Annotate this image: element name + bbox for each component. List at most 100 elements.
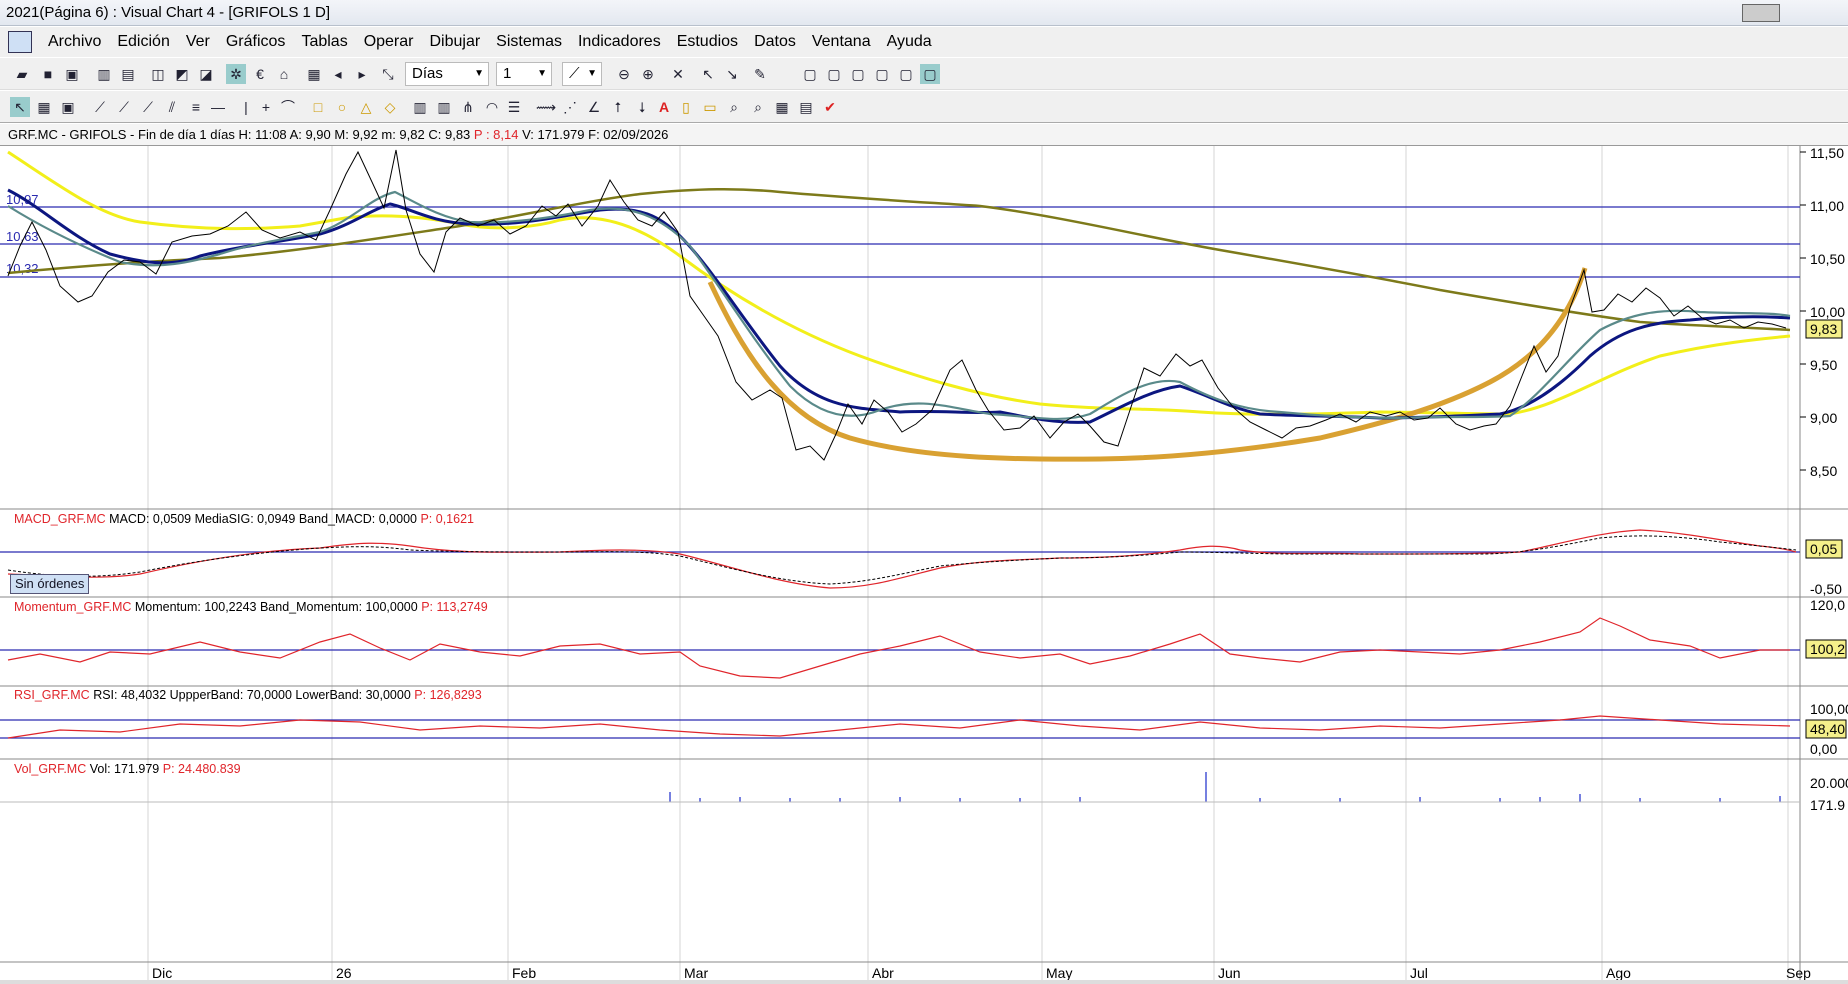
period-value: Días: [412, 65, 443, 82]
menu-datos[interactable]: Datos: [754, 33, 796, 51]
template-icon[interactable]: ◩: [172, 64, 192, 84]
cross-icon[interactable]: +: [256, 97, 276, 117]
home-icon[interactable]: ⌂: [274, 64, 294, 84]
retracement-icon[interactable]: ☰: [504, 97, 524, 117]
open-icon[interactable]: ▰: [12, 64, 32, 84]
window-5-icon[interactable]: ▢: [896, 64, 916, 84]
pin-icon[interactable]: ✔: [820, 97, 840, 117]
hline-icon[interactable]: —: [208, 97, 228, 117]
vline-icon[interactable]: |: [236, 97, 256, 117]
gann-icon[interactable]: ⋰: [560, 97, 580, 117]
compression-select[interactable]: 1 ▼: [496, 62, 552, 86]
arrow-down-icon[interactable]: ⭣: [632, 97, 652, 117]
parallel-icon[interactable]: ≡: [186, 97, 206, 117]
arrow-up-icon[interactable]: ⭡: [608, 97, 628, 117]
currency-icon[interactable]: €: [250, 64, 270, 84]
x-tick-label: Mar: [684, 965, 708, 980]
rsi-tick: 100,00: [1810, 701, 1848, 717]
sheet-tabs-bar[interactable]: [0, 980, 1848, 984]
fibonacci-time-icon[interactable]: ▥: [434, 97, 454, 117]
y-tick-label: 9,00: [1810, 410, 1837, 426]
menu-graficos[interactable]: Gráficos: [226, 33, 286, 51]
window-3-icon[interactable]: ▢: [848, 64, 868, 84]
menu-estudios[interactable]: Estudios: [677, 33, 738, 51]
window-2-icon[interactable]: ▢: [824, 64, 844, 84]
bar-chart-icon[interactable]: ▥: [94, 64, 114, 84]
properties-icon[interactable]: ▦: [304, 64, 324, 84]
x-tick-label: Dic: [152, 965, 172, 980]
crosshair-icon[interactable]: ✕: [668, 64, 688, 84]
y-tick-label: 8,50: [1810, 463, 1837, 479]
save-all-icon[interactable]: ▣: [62, 64, 82, 84]
window-6-icon[interactable]: ▢: [920, 64, 940, 84]
magnify-icon[interactable]: ⌕: [724, 97, 744, 117]
menu-ventana[interactable]: Ventana: [812, 33, 871, 51]
menu-sistemas[interactable]: Sistemas: [496, 33, 562, 51]
rect-select-icon[interactable]: ▣: [58, 97, 78, 117]
menu-archivo[interactable]: Archivo: [48, 33, 101, 51]
momentum-tick: 120,0: [1810, 597, 1845, 613]
candle-chart-icon[interactable]: ▤: [118, 64, 138, 84]
chart-area[interactable]: 10,97 10,63 10,32 11,50 11,00 10,50 10,0…: [0, 146, 1848, 980]
triangle-icon[interactable]: △: [356, 97, 376, 117]
x-tick-label: Jun: [1218, 965, 1241, 980]
trendline-icon[interactable]: ⟋: [114, 97, 134, 117]
orders-button[interactable]: Sin órdenes: [10, 574, 90, 594]
network-icon[interactable]: ✲: [226, 64, 246, 84]
menu-edicion[interactable]: Edición: [117, 33, 169, 51]
ma-mid-line: [7, 188, 1791, 424]
line-style-select[interactable]: ⟋ ▼: [562, 62, 602, 86]
info-date: F: 02/09/2026: [588, 127, 669, 142]
menu-operar[interactable]: Operar: [364, 33, 414, 51]
columns-icon[interactable]: ▥: [410, 97, 430, 117]
quote-info-bar: GRF.MC - GRIFOLS - Fin de día 1 días H: …: [0, 124, 1848, 146]
fibonacci-arc-icon[interactable]: ◠: [482, 97, 502, 117]
scroll-left-icon[interactable]: ◂: [328, 64, 348, 84]
andrews-icon[interactable]: ⟿: [536, 97, 556, 117]
magnify-region-icon[interactable]: ⌕: [748, 97, 768, 117]
main-toolbar: ▰ ■ ▣ ▥ ▤ ◫ ◩ ◪ ✲ € ⌂ ▦ ◂ ▸ ⤡ Días ▼ 1 ▼ ⟋…: [0, 58, 1848, 90]
zoom-out-icon[interactable]: ⊖: [614, 64, 634, 84]
chevron-down-icon: ▼: [587, 68, 597, 79]
menu-ver[interactable]: Ver: [186, 33, 210, 51]
ma-fast-line: [7, 190, 1791, 421]
rectangle-icon[interactable]: □: [308, 97, 328, 117]
text-icon[interactable]: A: [654, 97, 674, 117]
pointer-icon[interactable]: ↖: [698, 64, 718, 84]
diamond-icon[interactable]: ◇: [380, 97, 400, 117]
volume-panel: Vol_GRF.MC Vol: 171.979 P: 24.480.839 20…: [0, 762, 1848, 813]
save-icon[interactable]: ■: [38, 64, 58, 84]
period-select[interactable]: Días ▼: [405, 62, 489, 86]
zoom-in-icon[interactable]: ⊕: [638, 64, 658, 84]
app-logo-icon[interactable]: [8, 31, 32, 53]
menu-tablas[interactable]: Tablas: [301, 33, 347, 51]
scroll-right-icon[interactable]: ▸: [352, 64, 372, 84]
arrow-cursor-icon[interactable]: ↖: [10, 97, 30, 117]
note-icon[interactable]: ▯: [676, 97, 696, 117]
ellipse-icon[interactable]: ○: [332, 97, 352, 117]
line-icon[interactable]: ⟋: [90, 97, 110, 117]
x-tick-label: Sep: [1786, 965, 1811, 980]
pen-icon[interactable]: ✎: [750, 64, 770, 84]
new-window-icon[interactable]: ◫: [148, 64, 168, 84]
cursor-tool-icon[interactable]: ⤡: [378, 64, 398, 84]
menu-dibujar[interactable]: Dibujar: [429, 33, 480, 51]
x-tick-label: Jul: [1410, 965, 1428, 980]
arc-icon[interactable]: ⌒: [278, 97, 298, 117]
channel-icon[interactable]: ⫽: [162, 97, 182, 117]
macd-panel: MACD_GRF.MC MACD: 0,0509 MediaSIG: 0,094…: [0, 512, 1843, 597]
window-4-icon[interactable]: ▢: [872, 64, 892, 84]
label-icon[interactable]: ▭: [700, 97, 720, 117]
grid-icon[interactable]: ▦: [772, 97, 792, 117]
ray-icon[interactable]: ⟋: [138, 97, 158, 117]
select-icon[interactable]: ↘: [722, 64, 742, 84]
delete-icon[interactable]: ▤: [796, 97, 816, 117]
data-window-icon[interactable]: ▦: [34, 97, 54, 117]
layout-icon[interactable]: ◪: [196, 64, 216, 84]
fibonacci-fan-icon[interactable]: ⋔: [458, 97, 478, 117]
menu-ayuda[interactable]: Ayuda: [887, 33, 932, 51]
window-1-icon[interactable]: ▢: [800, 64, 820, 84]
restore-button[interactable]: [1742, 4, 1780, 22]
menu-indicadores[interactable]: Indicadores: [578, 33, 661, 51]
angle-icon[interactable]: ∠: [584, 97, 604, 117]
